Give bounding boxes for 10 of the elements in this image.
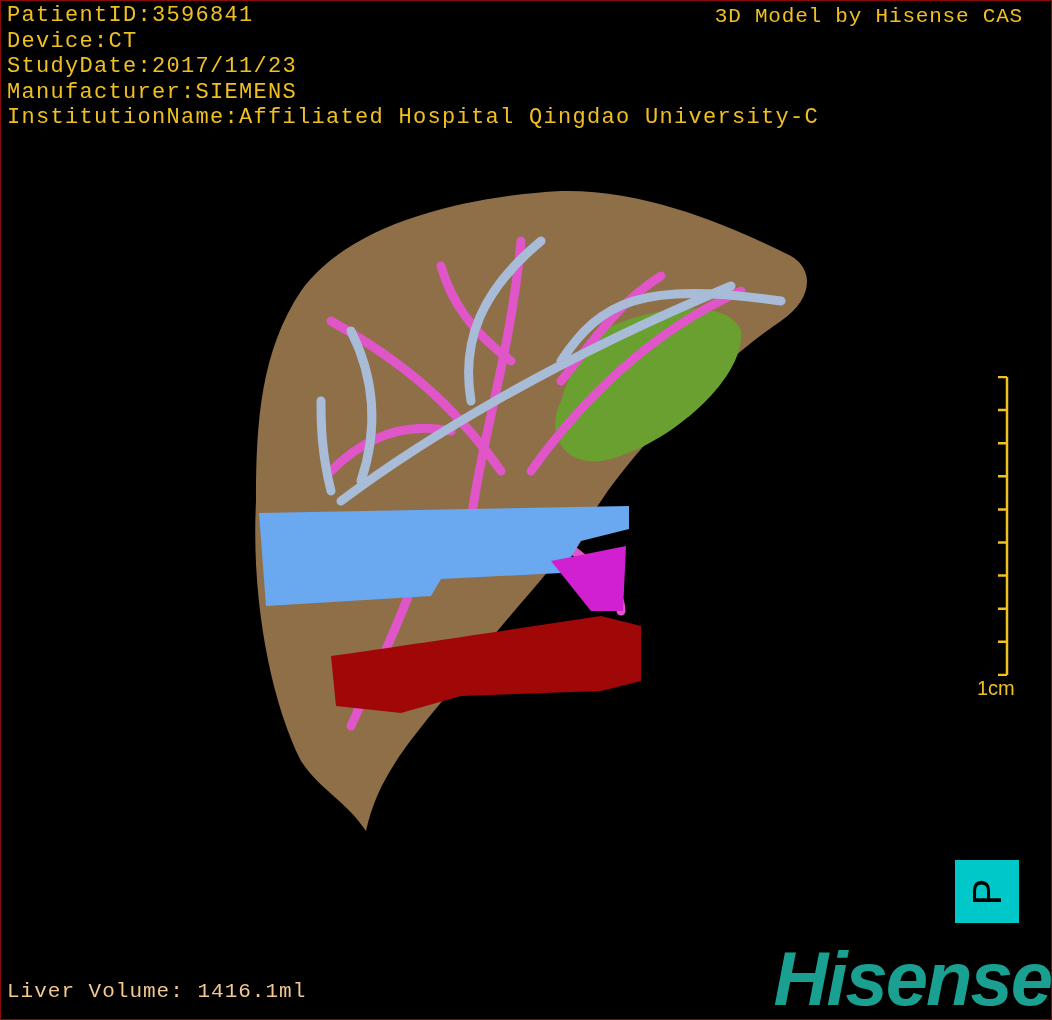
credit-text: 3D Model by Hisense CAS: [714, 4, 1023, 29]
logo: Hisense: [773, 941, 1051, 1017]
orientation-marker: P: [955, 860, 1019, 923]
info-text: Device:CT: [7, 28, 138, 54]
info-text: PatientID:3596841: [7, 3, 254, 29]
info-text: InstitutionName:Affiliated Hospital Qingdao University-C: [7, 105, 820, 131]
info-text: StudyDate:2017/11/23: [7, 54, 298, 80]
liver-volume-text: Liver Volume: 1416.1ml: [7, 979, 307, 1005]
scale-label: 1cm: [977, 676, 1015, 700]
info-text: Manufacturer:SIEMENS: [7, 79, 298, 105]
